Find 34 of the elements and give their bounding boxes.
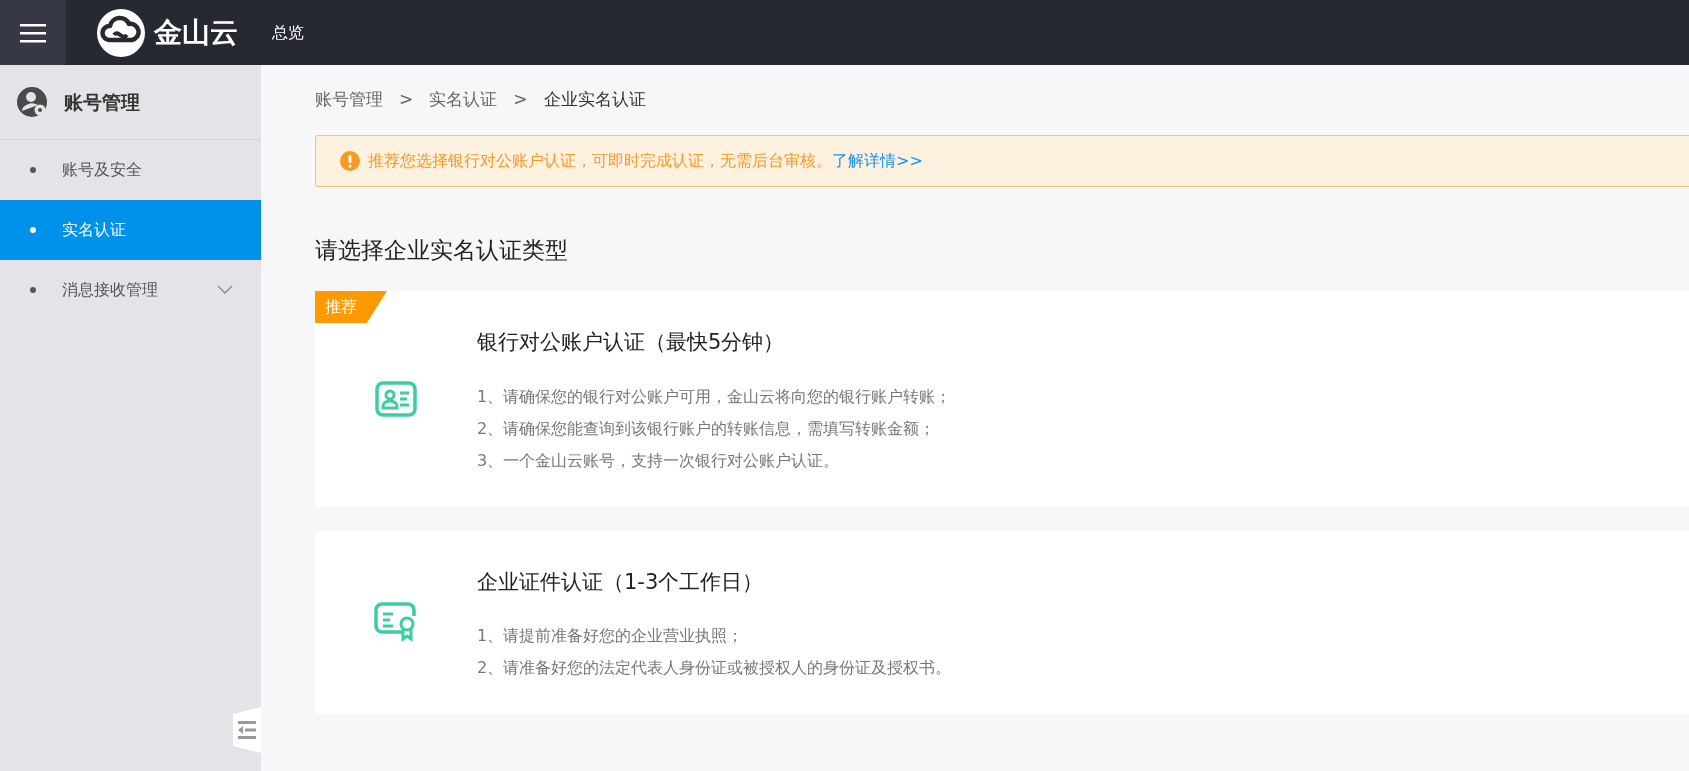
learn-more-link[interactable]: 了解详情>> — [832, 148, 923, 173]
certificate-icon — [374, 602, 418, 643]
menu-icon — [20, 21, 46, 44]
section-heading: 请选择企业实名认证类型 — [315, 235, 569, 265]
option-card[interactable]: 企业证件认证（1-3个工作日） 1、请提前准备好您的企业营业执照； 2、请准备好您的法定代表人身份证或被授权人的身份证及授权书。 — [315, 530, 1689, 714]
breadcrumb-link[interactable]: 账号管理 — [315, 87, 383, 113]
option-note: 2、请准备好您的法定代表人身份证或被授权人的身份证及授权书。 — [477, 657, 952, 679]
option-card[interactable]: 推荐 银行对公账户认证（最快5分钟） 1、请确保您的银行对公账户可用，金山云将向您的银行账户转账； 2、请确保您能查询到该银行账户的转账信息，需填写转账金额； 3、一个金山云账号，支持一次银行对公账户认证。 — [315, 291, 1689, 507]
option-title: 企业证件认证（1-3个工作日） — [477, 568, 765, 596]
user-settings-icon — [16, 86, 48, 118]
sidebar-item[interactable]: 消息接收管理 — [0, 260, 261, 320]
option-title: 银行对公账户认证（最快5分钟） — [477, 329, 786, 356]
option-note: 1、请提前准备好您的企业营业执照； — [477, 625, 745, 647]
sidebar-title: 账号管理 — [64, 89, 140, 115]
option-note: 2、请确保您能查询到该银行账户的转账信息，需填写转账金额； — [477, 417, 937, 440]
option-note: 3、一个金山云账号，支持一次银行对公账户认证。 — [477, 449, 841, 472]
logo-icon — [96, 7, 146, 58]
id-card-icon — [375, 380, 417, 417]
breadcrumb-separator: > — [513, 88, 528, 111]
collapse-icon — [237, 719, 257, 741]
collapse-button[interactable] — [233, 707, 261, 753]
sidebar-item[interactable]: 账号及安全 — [0, 140, 261, 200]
nav-link[interactable]: 总览 — [272, 20, 304, 45]
menu-button[interactable] — [0, 0, 66, 65]
brand-name: 金山云 — [154, 14, 238, 51]
warning-icon — [340, 150, 360, 171]
option-note: 1、请确保您的银行对公账户可用，金山云将向您的银行账户转账； — [477, 385, 952, 408]
breadcrumb-current: 企业实名认证 — [543, 88, 646, 111]
breadcrumb-separator: > — [399, 88, 414, 111]
breadcrumb-link[interactable]: 实名认证 — [429, 87, 498, 113]
recommended-tag: 推荐 — [315, 291, 387, 323]
sidebar-item[interactable]: 实名认证 — [0, 200, 261, 260]
chevron-down-icon — [217, 285, 233, 295]
alert-text: 推荐您选择银行对公账户认证，可即时完成认证，无需后台审核。 — [368, 149, 832, 172]
